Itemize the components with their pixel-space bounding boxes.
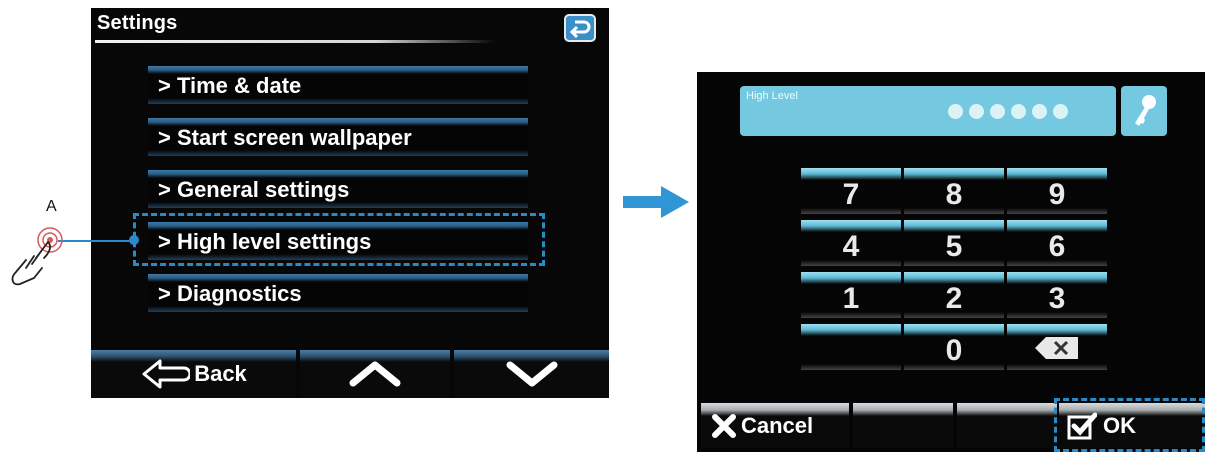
menu-item-start-screen-wallpaper[interactable]: > Start screen wallpaper [148,118,528,156]
keypad-key-1[interactable]: 1 [801,272,901,318]
high-level-settings-highlight [133,213,545,266]
keypad-key-3[interactable]: 3 [1007,272,1107,318]
menu-item-general-settings[interactable]: > General settings [148,170,528,208]
cancel-label: Cancel [741,412,814,438]
keypad-key-6[interactable]: 6 [1007,220,1107,266]
return-button[interactable] [564,14,596,42]
menu-item-label: > Start screen wallpaper [158,125,412,150]
x-icon [712,413,736,438]
backspace-icon [1035,337,1078,359]
settings-screen: Settings > Time & date > Start screen wa… [91,8,609,398]
keypad-key-blank [801,324,901,370]
scroll-down-button[interactable] [454,350,609,398]
pin-field-label: High Level [746,90,798,102]
pin-dot [1011,104,1026,119]
keypad-key-0[interactable]: 0 [904,324,1004,370]
footer-blank-button [853,403,953,448]
callout-label: A [46,198,57,215]
keypad-key-2[interactable]: 2 [904,272,1004,318]
key-icon [1135,95,1156,126]
pin-masked-digits [948,104,1068,119]
keypad-key-7[interactable]: 7 [801,168,901,214]
page-title: Settings [97,12,178,34]
keypad-key-8[interactable]: 8 [904,168,1004,214]
keypad-key-9[interactable]: 9 [1007,168,1107,214]
chevron-down-icon [506,361,557,387]
cancel-button[interactable]: Cancel [701,403,849,448]
keypad-key-5[interactable]: 5 [904,220,1004,266]
pin-input-field[interactable]: High Level [740,86,1116,136]
hand-tap-icon [11,227,63,286]
ok-button-highlight [1054,398,1205,452]
pin-dot [969,104,984,119]
pin-dot [1032,104,1047,119]
right-arrow-icon [623,186,689,218]
header-divider [95,40,495,43]
back-arrow-icon [142,359,191,389]
pin-dot [990,104,1005,119]
scroll-up-button[interactable] [300,350,450,398]
back-label: Back [194,361,247,386]
menu-item-label: > Diagnostics [158,281,302,306]
keypad-key-4[interactable]: 4 [801,220,901,266]
menu-item-time-date[interactable]: > Time & date [148,66,528,104]
menu-item-label: > Time & date [158,73,302,98]
key-button[interactable] [1121,86,1167,136]
back-button[interactable]: Back [91,350,296,398]
callout-line [58,240,134,242]
chevron-up-icon [349,361,401,387]
return-icon [569,20,591,38]
bottom-nav-bar: Back [91,350,609,398]
menu-item-label: > General settings [158,177,350,202]
callout-dot [129,235,139,245]
menu-item-diagnostics[interactable]: > Diagnostics [148,274,528,312]
pin-dot [1053,104,1068,119]
footer-blank-button [957,403,1057,448]
backspace-button[interactable] [1007,324,1107,370]
pin-entry-screen: High Level 7 8 9 4 5 6 1 2 3 0 Cancel OK [697,72,1205,452]
pin-dot [948,104,963,119]
